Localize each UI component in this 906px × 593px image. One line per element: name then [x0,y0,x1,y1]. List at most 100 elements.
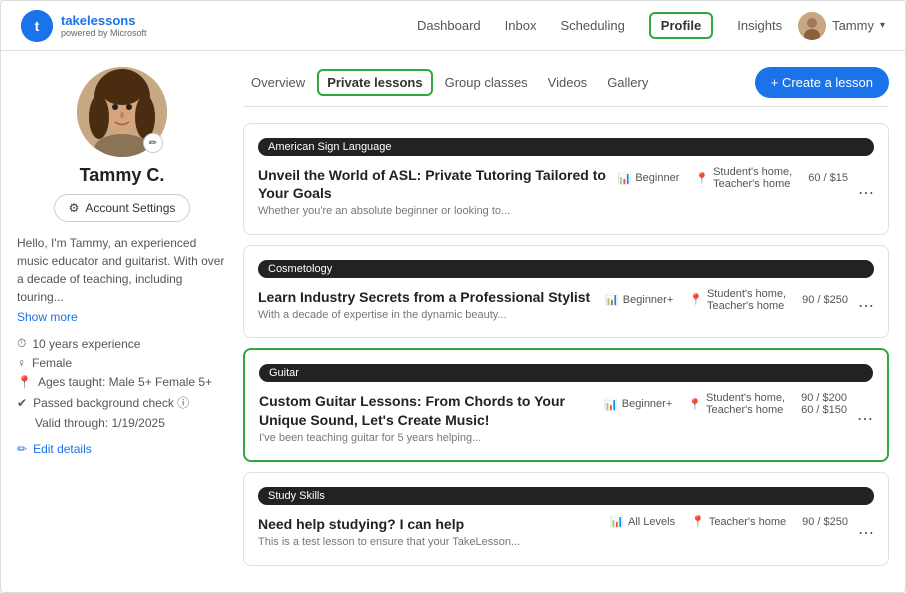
lesson-info-studyskills: Need help studying? I can help This is a… [258,515,600,551]
lesson-stats-guitar: 📊 Beginner+ 📍 Student's home, Teacher's … [604,392,847,416]
sidebar: ✏ Tammy C. ⚙ Account Settings Hello, I'm… [17,67,227,576]
nav-inbox[interactable]: Inbox [505,14,537,37]
bar-chart-icon-cosm: 📊 [605,293,619,306]
tabs-bar: Overview Private lessons Group classes V… [243,67,889,107]
bar-chart-icon-study: 📊 [610,515,624,528]
stat-level-studyskills: 📊 All Levels [610,515,675,528]
meta-background: ✔ Passed background check ⓘ [17,394,227,411]
lesson-info-asl: Unveil the World of ASL: Private Tutorin… [258,166,608,220]
lesson-title-cosmetology[interactable]: Learn Industry Secrets from a Profession… [258,288,595,306]
logo-area: t takelessons powered by Microsoft [21,10,147,42]
lesson-desc-studyskills: This is a test lesson to ensure that you… [258,535,600,550]
bar-chart-icon: 📊 [618,172,632,185]
stat-location-studyskills: 📍 Teacher's home [691,515,786,528]
create-lesson-button[interactable]: + Create a lesson [755,67,889,98]
logo-text: takelessons powered by Microsoft [61,13,147,38]
account-settings-button[interactable]: ⚙ Account Settings [54,194,191,222]
svg-text:t: t [35,18,40,34]
avatar [798,12,826,40]
lesson-title-asl[interactable]: Unveil the World of ASL: Private Tutorin… [258,166,608,202]
stat-price-asl: 60 / $15 [808,172,848,184]
avatar-wrapper: ✏ [77,67,167,157]
logo-name: takelessons [61,13,147,28]
stat-location-guitar: 📍 Student's home, Teacher's home [688,392,785,416]
more-options-studyskills[interactable]: ⋯ [858,523,874,543]
tab-group-classes[interactable]: Group classes [437,71,536,94]
location-text-studyskills: Teacher's home [709,516,786,528]
level-cosmetology: Beginner+ [623,294,673,306]
lesson-title-studyskills[interactable]: Need help studying? I can help [258,515,600,533]
experience-text: 10 years experience [32,337,140,351]
stat-level-guitar: 📊 Beginner+ [604,398,672,411]
nav-dashboard[interactable]: Dashboard [417,14,481,37]
tab-private-lessons[interactable]: Private lessons [317,69,432,96]
page-wrapper: t takelessons powered by Microsoft Dashb… [0,0,906,593]
lesson-row-guitar: Custom Guitar Lessons: From Chords to Yo… [259,392,873,446]
background-text: Passed background check ⓘ [33,394,189,411]
level-guitar: Beginner+ [622,398,672,410]
content-area: Overview Private lessons Group classes V… [243,67,889,576]
profile-avatar-section: ✏ Tammy C. ⚙ Account Settings [17,67,227,222]
gender-text: Female [32,356,72,370]
lesson-stats-asl: 📊 Beginner 📍 Student's home, Teacher's h… [618,166,848,190]
lesson-tag-asl: American Sign Language [258,138,874,156]
main-container: ✏ Tammy C. ⚙ Account Settings Hello, I'm… [1,51,905,592]
tab-videos[interactable]: Videos [540,71,596,94]
user-area[interactable]: Tammy ▾ [798,12,885,40]
nav-scheduling[interactable]: Scheduling [560,14,624,37]
ages-text: Ages taught: Male 5+ Female 5+ [38,375,212,389]
lesson-row-cosmetology: Learn Industry Secrets from a Profession… [258,288,874,324]
location-icon-cosm: 📍 [689,293,703,306]
show-more-link[interactable]: Show more [17,310,227,324]
meta-gender: ♀ Female [17,356,227,370]
tab-overview[interactable]: Overview [243,71,313,94]
lesson-desc-cosmetology: With a decade of expertise in the dynami… [258,308,595,323]
more-options-asl[interactable]: ⋯ [858,183,874,203]
stat-level-asl: 📊 Beginner [618,172,680,185]
more-options-guitar[interactable]: ⋯ [857,409,873,429]
stat-location-cosmetology: 📍 Student's home, Teacher's home [689,288,786,312]
account-settings-label: Account Settings [85,201,175,215]
lesson-stats-studyskills: 📊 All Levels 📍 Teacher's home 90 / $250 [610,515,848,528]
lesson-tag-cosmetology: Cosmetology [258,260,874,278]
lesson-title-guitar[interactable]: Custom Guitar Lessons: From Chords to Yo… [259,392,594,428]
profile-meta: ⏱ 10 years experience ♀ Female 📍 Ages ta… [17,336,227,430]
check-icon: ✔ [17,396,27,410]
lesson-tag-guitar: Guitar [259,364,873,382]
edit-details-label: Edit details [33,442,92,456]
location-text-cosmetology: Student's home, Teacher's home [707,288,786,312]
experience-icon: ⏱ [17,336,26,351]
meta-valid: Valid through: 1/19/2025 [17,416,227,430]
location-text-guitar: Student's home, Teacher's home [706,392,785,416]
nav-profile[interactable]: Profile [649,12,713,39]
nav-insights[interactable]: Insights [737,14,782,37]
ages-icon: 📍 [17,375,32,389]
stat-level-cosmetology: 📊 Beginner+ [605,293,673,306]
stat-price-guitar: 90 / $200 60 / $150 [801,392,847,416]
level-asl: Beginner [635,172,679,184]
bar-chart-icon-guitar: 📊 [604,398,618,411]
chevron-down-icon: ▾ [880,20,885,31]
lesson-desc-guitar: I've been teaching guitar for 5 years he… [259,431,594,446]
edit-details-link[interactable]: ✏ Edit details [17,442,227,456]
logo-icon: t [21,10,53,42]
lesson-info-guitar: Custom Guitar Lessons: From Chords to Yo… [259,392,594,446]
lesson-stats-cosmetology: 📊 Beginner+ 📍 Student's home, Teacher's … [605,288,848,312]
bio-text: Hello, I'm Tammy, an experienced music e… [17,234,227,306]
stat-price-cosmetology: 90 / $250 [802,294,848,306]
more-options-cosmetology[interactable]: ⋯ [858,296,874,316]
avatar-edit-button[interactable]: ✏ [143,133,163,153]
location-text-asl: Student's home, Teacher's home [713,166,792,190]
valid-text: Valid through: 1/19/2025 [35,416,165,430]
lesson-tag-studyskills: Study Skills [258,487,874,505]
meta-ages: 📍 Ages taught: Male 5+ Female 5+ [17,375,227,389]
user-name: Tammy [832,18,874,33]
lesson-info-cosmetology: Learn Industry Secrets from a Profession… [258,288,595,324]
meta-experience: ⏱ 10 years experience [17,336,227,351]
lesson-card-guitar: Guitar Custom Guitar Lessons: From Chord… [243,348,889,462]
tab-gallery[interactable]: Gallery [599,71,656,94]
level-studyskills: All Levels [628,516,675,528]
location-icon-asl: 📍 [695,172,709,185]
logo-sub: powered by Microsoft [61,28,147,38]
lesson-card-studyskills: Study Skills Need help studying? I can h… [243,472,889,566]
